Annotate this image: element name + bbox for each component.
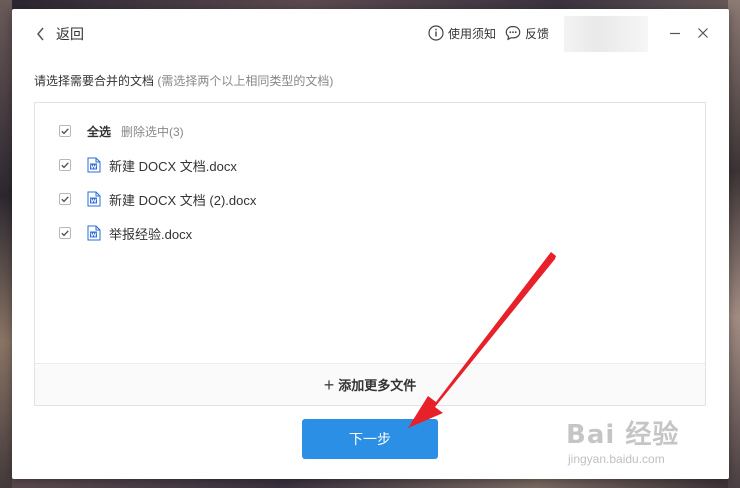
file-name: 新建 DOCX 文档.docx [109,158,237,174]
check-icon [61,196,69,203]
feedback-button[interactable]: 反馈 [505,23,549,43]
close-icon [698,28,708,38]
instruction-main: 请选择需要合并的文档 [34,74,155,88]
usage-notice-button[interactable]: 使用须知 [428,23,496,43]
watermark-url: jingyan.baidu.com [568,452,665,466]
baidu-jingyan-watermark: Bai 经验 jingyan.baidu.com [564,408,734,474]
select-all-checkbox[interactable] [59,125,71,137]
feedback-label: 反馈 [525,26,550,41]
file-checkbox[interactable] [59,159,71,171]
file-checkbox[interactable] [59,193,71,205]
back-label: 返回 [56,26,84,42]
next-step-button[interactable]: 下一步 [302,419,438,459]
info-icon [428,25,444,41]
watermark-logo: Bai 经验 [566,420,680,450]
title-bar: 返回 使用须知 反馈 [12,9,729,57]
delete-selected-button[interactable]: 删除选中(3) [121,123,184,140]
file-name: 举报经验.docx [109,226,193,242]
close-button[interactable] [695,25,711,41]
select-all-label: 全选 [87,124,112,139]
check-icon [61,128,69,135]
file-list-panel: 全选 删除选中(3) 新建 DOCX 文档.docx 新建 DOCX 文档 (2… [34,102,706,406]
check-icon [61,230,69,237]
back-button[interactable]: 返回 [36,24,84,44]
add-more-files-label: 添加更多文件 [338,378,417,393]
minimize-button[interactable] [667,25,683,41]
background-left-edge [0,0,12,488]
minimize-icon [670,32,680,35]
word-document-icon [87,157,101,173]
list-item: 举报经验.docx [59,223,192,243]
add-more-files-button[interactable]: + 添加更多文件 [35,363,705,405]
chevron-left-icon [37,27,44,41]
select-all-row: 全选 删除选中(3) [59,121,184,141]
word-document-icon [87,225,101,241]
file-name: 新建 DOCX 文档 (2).docx [109,192,257,208]
list-item: 新建 DOCX 文档 (2).docx [59,189,256,209]
word-document-icon [87,191,101,207]
plus-icon: + [323,374,335,395]
check-icon [61,162,69,169]
usage-notice-label: 使用须知 [448,26,497,41]
instruction-text: 请选择需要合并的文档 (需选择两个以上相同类型的文档) [34,72,333,89]
instruction-hint: (需选择两个以上相同类型的文档) [157,74,334,88]
list-item: 新建 DOCX 文档.docx [59,155,237,175]
user-account-area[interactable] [564,16,648,52]
chat-bubble-icon [505,25,521,41]
file-checkbox[interactable] [59,227,71,239]
